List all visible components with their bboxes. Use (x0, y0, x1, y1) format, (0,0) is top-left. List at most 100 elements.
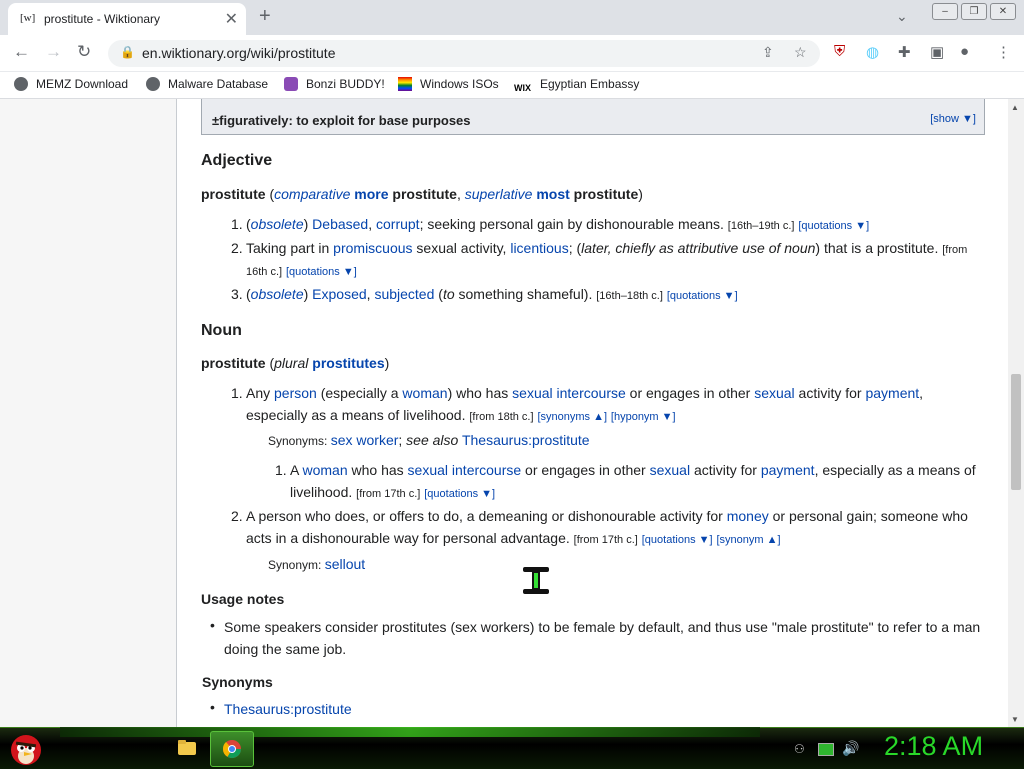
bookmark-item[interactable]: MEMZ Download (14, 77, 128, 91)
link[interactable]: sex worker (331, 432, 399, 448)
date-label: 16th c.] (246, 266, 283, 278)
toggle-link[interactable]: [quotations ▼] (424, 488, 495, 500)
synonym-label: Synonym: (268, 558, 325, 572)
start-angry-bird-icon[interactable] (6, 729, 46, 767)
toggle-link[interactable]: [quotations ▼] (667, 290, 738, 302)
bookmark-item[interactable]: WIX Egyptian Embassy (514, 77, 639, 97)
url-text[interactable]: en.wiktionary.org/wiki/prostitute (142, 45, 335, 61)
link[interactable]: payment (865, 385, 919, 401)
toggle-link[interactable]: [hyponym ▼] (611, 411, 676, 423)
italic-link[interactable]: comparative (274, 186, 350, 202)
headword: prostitute (201, 355, 266, 371)
toggle-link[interactable]: [synonym ▲] (716, 534, 780, 546)
toggle-link[interactable]: [quotations ▼] (642, 534, 713, 546)
bookmark-star-icon[interactable]: ☆ (794, 44, 807, 61)
forward-arrow-icon[interactable]: → (45, 42, 62, 62)
bookmark-item[interactable]: Windows ISOs (398, 77, 499, 91)
back-arrow-icon[interactable]: ← (13, 42, 30, 62)
bookmark-label: MEMZ Download (36, 77, 129, 91)
navbox-row[interactable]: ±figuratively: to exploit for base purpo… (208, 110, 978, 130)
taskbar-chrome-button[interactable] (210, 731, 254, 767)
italic-link[interactable]: obsolete (251, 286, 304, 302)
text-run: ; seeking personal gain by dishonourable… (419, 216, 728, 232)
text-run: ) who has (447, 385, 513, 401)
bold-link[interactable]: most (536, 186, 569, 202)
synonym-line: Synonym: sellout (268, 554, 365, 575)
tray-network-icon[interactable]: ⚇ (794, 742, 805, 756)
link[interactable]: Exposed (312, 286, 366, 302)
menu-kebab-icon[interactable]: ⋮ (996, 43, 1011, 61)
link[interactable]: sexual (754, 385, 794, 401)
link[interactable]: licentious (510, 240, 568, 256)
link[interactable]: Debased (312, 216, 368, 232)
show-toggle[interactable]: [show ▼] (930, 113, 976, 125)
profile-avatar-icon[interactable]: ● (960, 43, 969, 60)
toggle-link[interactable]: [quotations ▼] (798, 220, 869, 232)
link[interactable]: woman (302, 462, 347, 478)
link[interactable]: payment (761, 462, 815, 478)
bookmark-item[interactable]: Malware Database (146, 77, 268, 91)
link[interactable]: sexual intercourse (512, 385, 626, 401)
restore-icon[interactable]: ❐ (961, 3, 987, 20)
noun-sense-1-cont: especially as a means of livelihood. [fr… (246, 405, 676, 427)
text-run: ) that is a prostitute. (815, 240, 943, 256)
link[interactable]: sellout (325, 556, 365, 572)
browser-toolbar: ← → ↻ 🔒 en.wiktionary.org/wiki/prostitut… (0, 35, 1024, 72)
tab-active[interactable]: [w] prostitute - Wiktionary ✕ (8, 3, 246, 35)
link[interactable]: Thesaurus:prostitute (462, 432, 590, 448)
link[interactable]: sexual intercourse (408, 462, 522, 478)
tray-display-icon[interactable] (818, 743, 834, 756)
bold-link[interactable]: prostitutes (312, 355, 384, 371)
share-icon[interactable]: ⇪ (762, 44, 774, 61)
text-run: or engages in other (625, 385, 755, 401)
text-run: activity for (794, 385, 866, 401)
link[interactable]: woman (402, 385, 447, 401)
sense-line: acts in a dishonourable way for personal… (246, 530, 781, 546)
ublock-icon[interactable]: ⛨ (834, 43, 845, 60)
italic-link[interactable]: obsolete (251, 216, 304, 232)
file-explorer-icon[interactable] (176, 736, 198, 758)
link[interactable]: money (727, 508, 769, 524)
link[interactable]: promiscuous (333, 240, 412, 256)
usage-notes-heading: Usage notes (201, 591, 285, 607)
thesaurus-link[interactable]: Thesaurus:prostitute (224, 699, 352, 719)
tray-volume-icon[interactable]: 🔊 (842, 740, 859, 757)
italic-link[interactable]: superlative (465, 186, 533, 202)
bonzi-icon (284, 77, 298, 91)
tab-search-chevron-icon[interactable]: ⌄ (896, 8, 908, 25)
close-tab-icon[interactable]: ✕ (225, 9, 238, 29)
noun-subsense-1: A woman who has sexual intercourse or en… (290, 460, 976, 480)
lock-icon[interactable]: 🔒 (120, 45, 135, 59)
close-window-icon[interactable]: ✕ (990, 3, 1016, 20)
reload-icon[interactable]: ↻ (77, 42, 91, 62)
text-run: , especially as a means of (814, 462, 976, 478)
scrollbar-thumb[interactable] (1011, 374, 1021, 490)
sense-number: 2. (231, 240, 243, 256)
toggle-link[interactable]: [synonyms ▲] (537, 411, 607, 423)
new-tab-icon[interactable]: + (259, 5, 271, 28)
text-run: , (456, 186, 465, 202)
link[interactable]: corrupt (376, 216, 420, 232)
wiktionary-favicon-icon: [w] (20, 12, 36, 24)
sense-line: (obsolete) Debased, corrupt; seeking per… (246, 216, 869, 232)
bookmarks-bar: MEMZ Download Malware Database Bonzi BUD… (0, 72, 1024, 99)
side-panel-icon[interactable]: ▣ (930, 43, 944, 61)
translations-navbox: ±figuratively: to exploit for base purpo… (201, 99, 985, 135)
scroll-up-icon[interactable]: ▲ (1011, 103, 1019, 112)
taskbar-clock[interactable]: 2:18 AM (884, 731, 983, 762)
synonym-runs: Synonym: sellout (268, 556, 365, 572)
flag-extension-icon[interactable]: ◍ (866, 43, 879, 61)
link[interactable]: person (274, 385, 317, 401)
usage-note-line-2: doing the same job. (224, 641, 347, 657)
link[interactable]: sexual (650, 462, 690, 478)
text-run: something shameful). (454, 286, 597, 302)
bookmark-item[interactable]: Bonzi BUDDY! (284, 77, 385, 91)
date-label: [from 17th c.] (573, 534, 638, 546)
minimize-icon[interactable]: – (932, 3, 958, 20)
toggle-link[interactable]: [quotations ▼] (286, 266, 357, 278)
address-bar[interactable]: 🔒 en.wiktionary.org/wiki/prostitute ⇪ ☆ (108, 40, 820, 67)
link[interactable]: subjected (374, 286, 434, 302)
extensions-puzzle-icon[interactable]: ✚ (898, 43, 911, 61)
scroll-down-icon[interactable]: ▼ (1011, 715, 1019, 724)
bold-link[interactable]: more (354, 186, 388, 202)
